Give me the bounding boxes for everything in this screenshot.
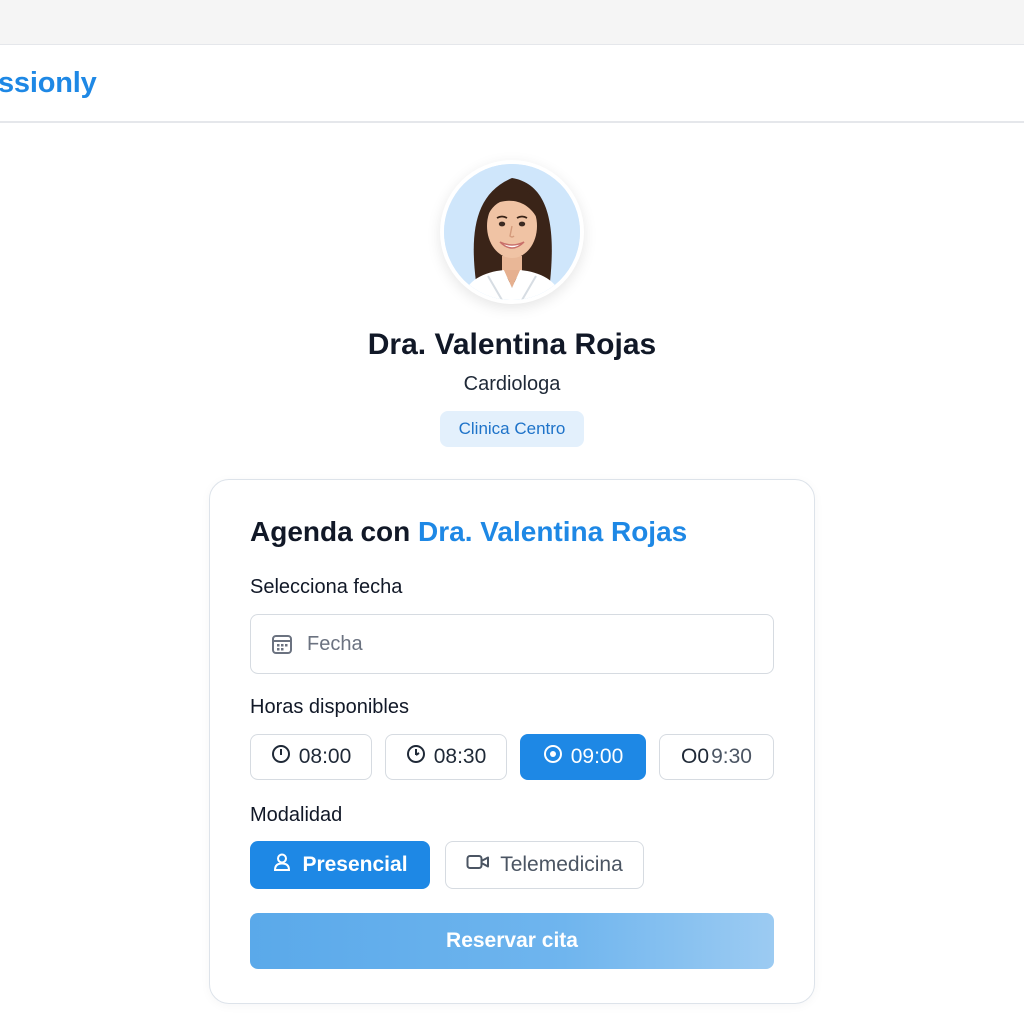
doctor-specialty: Cardiologa bbox=[463, 373, 561, 395]
modality-label-telemedicina: Telemedicina bbox=[500, 853, 623, 876]
video-icon bbox=[466, 853, 490, 877]
doctor-portrait-image bbox=[444, 164, 580, 300]
time-slot-0800[interactable]: 08:00 bbox=[250, 734, 372, 780]
brand-logo[interactable]: ssionly bbox=[0, 67, 97, 100]
clock-icon bbox=[406, 744, 426, 770]
time-slot-label: 08:30 bbox=[433, 745, 487, 768]
doctor-photo bbox=[444, 164, 580, 300]
time-slot-label: 9:30 bbox=[711, 745, 752, 768]
date-placeholder: Fecha bbox=[307, 633, 363, 655]
date-field[interactable]: Fecha bbox=[250, 614, 774, 674]
clock-icon bbox=[271, 744, 291, 770]
booking-title-prefix: Agenda con bbox=[250, 516, 411, 547]
modality-telemedicina-button[interactable]: Telemedicina bbox=[445, 841, 644, 889]
time-slot-0900[interactable]: 09:00 bbox=[520, 734, 646, 780]
modality-label-presencial: Presencial bbox=[302, 853, 408, 876]
booking-title-doctor: Dra. Valentina Rojas bbox=[418, 516, 688, 547]
time-slot-0930[interactable]: O0 9:30 bbox=[659, 734, 774, 780]
time-slot-prefix: O0 bbox=[681, 745, 710, 768]
person-icon bbox=[272, 852, 292, 878]
booking-card: Agenda con Dra. Valentina Rojas Seleccio… bbox=[209, 479, 815, 1004]
date-label: Selecciona fecha bbox=[250, 576, 403, 598]
modality-presencial-button[interactable]: Presencial bbox=[250, 841, 430, 889]
browser-top-strip bbox=[0, 0, 1024, 45]
hours-label: Horas disponibles bbox=[250, 696, 409, 718]
clinic-badge: Clinica Centro bbox=[440, 411, 584, 447]
time-slot-label: 08:00 bbox=[298, 745, 352, 768]
modality-label: Modalidad bbox=[250, 804, 343, 826]
doctor-name: Dra. Valentina Rojas bbox=[367, 328, 657, 361]
calendar-icon bbox=[271, 633, 293, 660]
doctor-avatar bbox=[440, 160, 584, 304]
booking-title: Agenda con Dra. Valentina Rojas bbox=[250, 516, 687, 548]
time-slot-0830[interactable]: 08:30 bbox=[385, 734, 507, 780]
app-header: ssionly bbox=[0, 45, 1024, 123]
selected-radio-icon bbox=[543, 744, 563, 770]
time-slot-label: 09:00 bbox=[570, 745, 624, 768]
reserve-button[interactable]: Reservar cita bbox=[250, 913, 774, 969]
